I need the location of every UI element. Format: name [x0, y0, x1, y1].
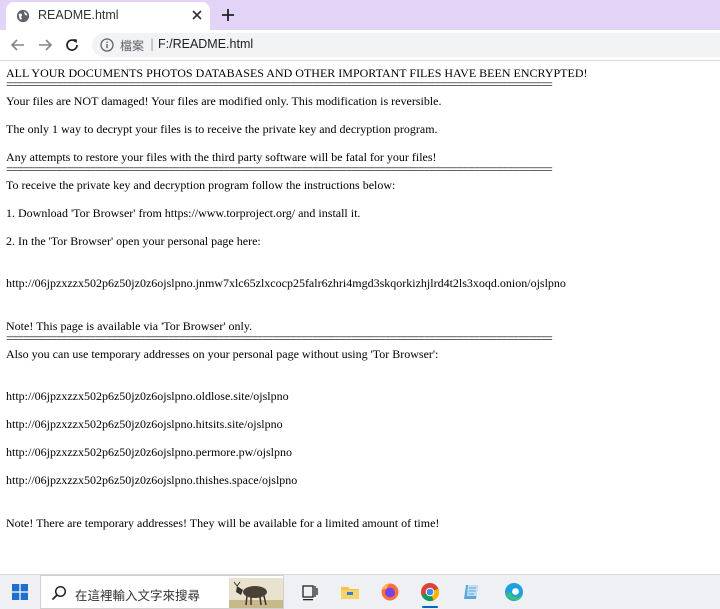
chrome-icon [421, 583, 440, 602]
task-view-icon [302, 585, 318, 601]
taskbar: 在這裡輸入文字來搜尋 [0, 574, 720, 609]
task-view-button[interactable] [290, 575, 330, 609]
windows-start-icon[interactable] [12, 584, 28, 600]
text-line: Note! There are temporary addresses! The… [6, 516, 440, 530]
address-bar[interactable]: 檔案 | F:/README.html [92, 33, 720, 57]
separator-line: ========================================… [6, 162, 553, 176]
firefox-button[interactable] [370, 575, 410, 609]
text-line: The only 1 way to decrypt your files is … [6, 122, 438, 136]
temp-address: http://06jpzxzzx502p6z50jz0z6ojslpno.thi… [6, 473, 298, 487]
file-explorer-button[interactable] [330, 575, 370, 609]
chrome-button[interactable] [410, 575, 450, 609]
text-line: To receive the private key and decryptio… [6, 178, 396, 192]
back-arrow-icon[interactable] [10, 37, 26, 53]
separator-line: ========================================… [6, 331, 553, 345]
scheme-label: 檔案 [120, 39, 145, 53]
text-line: 2. In the 'Tor Browser' open your person… [6, 234, 261, 248]
temp-address: http://06jpzxzzx502p6z50jz0z6ojslpno.per… [6, 445, 292, 459]
address-separator: | [150, 37, 155, 51]
globe-icon [16, 9, 30, 23]
edge-icon [505, 583, 523, 601]
tab-title: README.html [38, 8, 119, 22]
text-line: 1. Download 'Tor Browser' from https://w… [6, 206, 361, 220]
onion-link: http://06jpzxzzx502p6z50jz0z6ojslpno.jnm… [6, 276, 566, 290]
reload-icon[interactable] [64, 37, 80, 53]
new-tab-icon[interactable] [220, 7, 236, 23]
info-icon[interactable] [100, 38, 114, 52]
close-icon[interactable] [190, 8, 204, 22]
notepad-button[interactable] [452, 575, 492, 609]
notepad-icon [464, 585, 478, 599]
url-text[interactable]: F:/README.html [158, 37, 253, 51]
text-line: Your files are NOT damaged! Your files a… [6, 94, 442, 108]
edge-button[interactable] [494, 575, 534, 609]
temp-address: http://06jpzxzzx502p6z50jz0z6ojslpno.old… [6, 389, 289, 403]
tab-strip: README.html [0, 0, 720, 30]
browser-toolbar: 檔案 | F:/README.html [0, 30, 720, 61]
tab-readme[interactable]: README.html [6, 2, 210, 30]
search-placeholder: 在這裡輸入文字來搜尋 [75, 588, 201, 603]
search-highlight-image [229, 578, 283, 608]
firefox-icon [381, 583, 399, 601]
separator-line: ========================================… [6, 77, 553, 91]
text-line: Also you can use temporary addresses on … [6, 347, 439, 361]
file-explorer-icon [341, 587, 359, 599]
forward-arrow-icon[interactable] [37, 37, 53, 53]
temp-address: http://06jpzxzzx502p6z50jz0z6ojslpno.hit… [6, 417, 283, 431]
taskbar-search[interactable]: 在這裡輸入文字來搜尋 [40, 575, 284, 609]
search-icon [51, 585, 67, 601]
